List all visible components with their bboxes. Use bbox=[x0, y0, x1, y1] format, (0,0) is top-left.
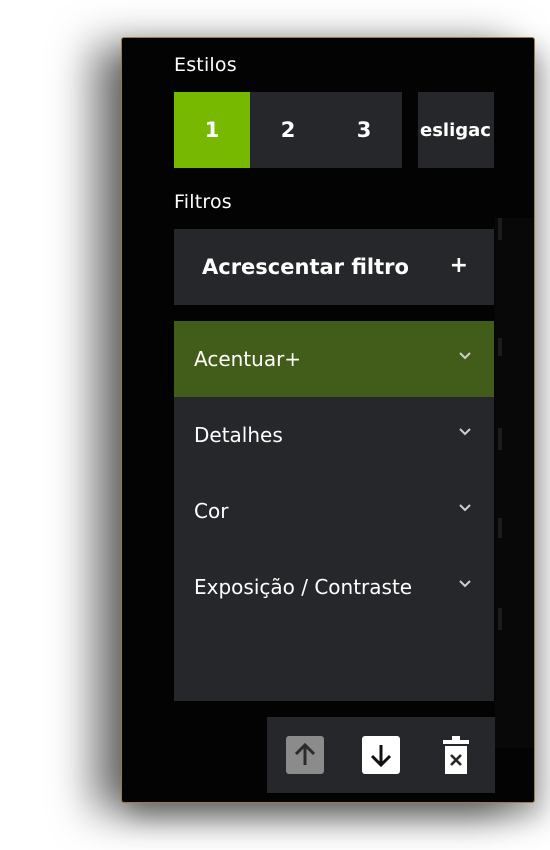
delete-button[interactable] bbox=[441, 734, 471, 776]
chevron-down-icon[interactable] bbox=[458, 427, 472, 437]
style-button-label: 3 bbox=[356, 118, 372, 142]
filter-item-label: Cor bbox=[194, 499, 229, 523]
style-button-off[interactable]: esligac bbox=[418, 92, 494, 168]
style-button-label: 1 bbox=[204, 118, 220, 142]
style-button-1[interactable]: 1 bbox=[174, 92, 250, 168]
filter-item-detalhes[interactable]: Detalhes bbox=[174, 397, 494, 473]
trash-icon-lid bbox=[443, 740, 469, 744]
filter-item-label: Exposição / Contraste bbox=[194, 575, 413, 599]
filter-toolbar bbox=[267, 717, 495, 793]
style-button-label: 2 bbox=[280, 118, 296, 142]
filter-item-acentuar[interactable]: Acentuar+ bbox=[174, 321, 494, 397]
chevron-down-icon[interactable] bbox=[458, 351, 472, 361]
strip-tick bbox=[498, 338, 502, 356]
strip-tick bbox=[498, 518, 502, 538]
add-filter-label: Acrescentar filtro bbox=[202, 255, 409, 279]
plus-icon: + bbox=[449, 253, 468, 278]
chevron-down-icon[interactable] bbox=[458, 503, 472, 513]
filter-item-exposicao-contraste[interactable]: Exposição / Contraste bbox=[174, 549, 494, 625]
strip-tick bbox=[498, 608, 502, 630]
move-down-button[interactable] bbox=[362, 736, 400, 774]
add-filter-button[interactable]: Acrescentar filtro + bbox=[174, 229, 494, 305]
styles-title: Estilos bbox=[174, 54, 237, 76]
arrow-up-icon bbox=[294, 742, 316, 765]
filter-list: Acentuar+ Detalhes Cor Exposição / Contr… bbox=[174, 321, 494, 701]
chevron-down-icon[interactable] bbox=[458, 579, 472, 589]
trash-icon bbox=[452, 736, 460, 740]
move-up-button[interactable] bbox=[286, 736, 324, 774]
strip-tick bbox=[498, 428, 502, 450]
strip-tick bbox=[498, 218, 502, 240]
style-button-3[interactable]: 3 bbox=[326, 92, 402, 168]
filter-panel: Estilos 1 2 3 esligac Filtros Acrescenta… bbox=[121, 37, 535, 803]
background-window-strip bbox=[495, 218, 534, 748]
filter-item-label: Detalhes bbox=[194, 423, 283, 447]
filter-item-label: Acentuar+ bbox=[194, 347, 302, 371]
style-button-label: esligac bbox=[420, 119, 491, 141]
filter-item-cor[interactable]: Cor bbox=[174, 473, 494, 549]
style-button-2[interactable]: 2 bbox=[250, 92, 326, 168]
filters-title: Filtros bbox=[174, 191, 232, 213]
arrow-down-icon bbox=[370, 745, 392, 768]
